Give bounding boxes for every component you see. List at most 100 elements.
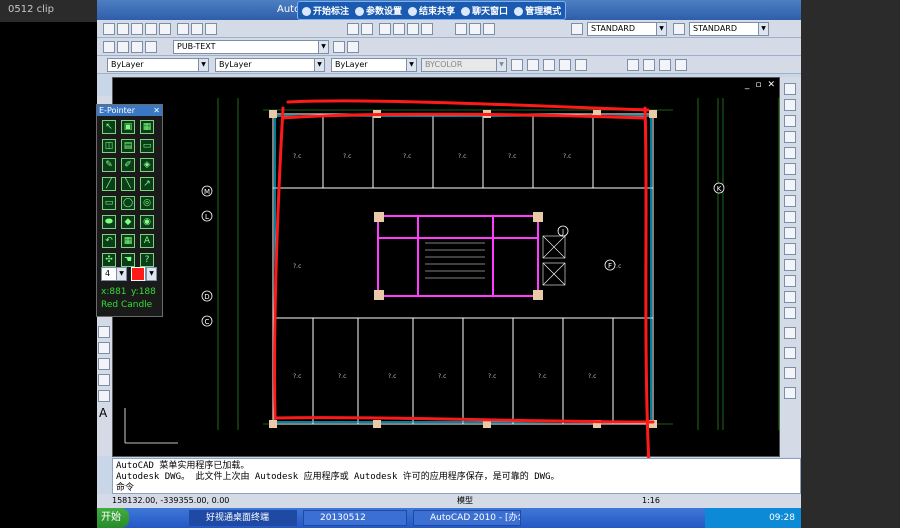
array-icon[interactable] — [784, 147, 796, 159]
zoom-icon[interactable] — [393, 23, 405, 35]
minimize-icon[interactable]: _ — [745, 80, 750, 90]
hatch-icon[interactable] — [543, 59, 555, 71]
break-icon[interactable] — [784, 259, 796, 271]
ellipse-icon[interactable]: ◯ — [121, 196, 135, 210]
filled-ellipse-icon[interactable]: ⬬ — [102, 215, 116, 229]
layer-select[interactable]: PUB-TEXT ▼ — [173, 40, 329, 54]
region-icon[interactable] — [559, 59, 571, 71]
draworder-icon[interactable] — [784, 347, 796, 359]
clear-icon[interactable]: ▭ — [140, 139, 154, 153]
design-center-icon[interactable] — [469, 23, 481, 35]
undo-icon[interactable] — [347, 23, 359, 35]
tool-palette-icon[interactable] — [483, 23, 495, 35]
send-back-icon[interactable] — [784, 387, 796, 399]
save-icon[interactable] — [131, 23, 143, 35]
print-icon[interactable] — [145, 23, 157, 35]
extend-icon[interactable] — [784, 243, 796, 255]
preview-icon[interactable] — [159, 23, 171, 35]
pointer-icon[interactable]: ↖ — [102, 120, 116, 134]
copy-icon[interactable] — [191, 23, 203, 35]
annotation-scale[interactable]: 1:16 — [642, 494, 660, 508]
mtext-icon[interactable]: A — [99, 406, 107, 420]
make-current-icon[interactable] — [333, 41, 345, 53]
restore-icon[interactable]: ▫ — [755, 80, 761, 90]
text-style-select[interactable]: STANDARD ▼ — [587, 22, 667, 36]
fillet-icon[interactable] — [784, 307, 796, 319]
gradient-icon[interactable] — [98, 358, 110, 370]
new-icon[interactable] — [103, 23, 115, 35]
layer-previous-icon[interactable] — [347, 41, 359, 53]
table-tool-icon[interactable] — [98, 390, 110, 402]
marker-icon[interactable]: ✎ — [102, 158, 116, 172]
cut-icon[interactable] — [177, 23, 189, 35]
start-button[interactable]: 开始 — [97, 508, 129, 528]
command-line[interactable]: AutoCAD 菜单实用程序已加载。 Autodesk DWG。 此文件上次由 … — [112, 458, 801, 494]
join-icon[interactable] — [784, 275, 796, 287]
zoom-window-icon[interactable] — [407, 23, 419, 35]
fullscreen-icon[interactable]: ✣ — [102, 253, 116, 267]
region-tool-icon[interactable] — [98, 374, 110, 386]
dim-style-icon[interactable] — [673, 23, 685, 35]
conf-manage[interactable]: 管理模式 — [514, 4, 561, 17]
help-icon[interactable]: ? — [140, 253, 154, 267]
open-icon[interactable] — [117, 23, 129, 35]
snapshot-icon[interactable]: ▦ — [140, 120, 154, 134]
dim-linear-icon[interactable] — [627, 59, 639, 71]
properties-icon[interactable] — [455, 23, 467, 35]
linetype-select[interactable]: ByLayer ▼ — [215, 58, 325, 72]
command-prompt[interactable]: 命令 — [116, 483, 797, 494]
redo-icon[interactable] — [361, 23, 373, 35]
epointer-header[interactable]: E-Pointer ✕ — [97, 105, 162, 116]
mirror-icon[interactable] — [784, 115, 796, 127]
hatch-tool-icon[interactable] — [98, 342, 110, 354]
conf-end-share[interactable]: 结束共享 — [408, 4, 455, 17]
pointer-hand-icon[interactable]: ☚ — [121, 253, 135, 267]
offset-icon[interactable] — [784, 131, 796, 143]
model-tab[interactable]: 模型 — [457, 494, 473, 508]
paste-icon[interactable] — [205, 23, 217, 35]
scale-icon[interactable] — [784, 195, 796, 207]
undo-draw-icon[interactable]: ↶ — [102, 234, 116, 248]
lock-icon[interactable] — [145, 41, 157, 53]
bulb-icon[interactable] — [117, 41, 129, 53]
pen-color-dropdown[interactable]: ▼ — [145, 267, 157, 281]
conf-chat[interactable]: 聊天窗口 — [461, 4, 508, 17]
text-icon[interactable]: A — [140, 234, 154, 248]
lineweight-select[interactable]: ByLayer ▼ — [331, 58, 417, 72]
rotate-icon[interactable] — [784, 179, 796, 191]
save-screen-icon[interactable]: ▣ — [121, 120, 135, 134]
layer-icon[interactable]: ◫ — [102, 139, 116, 153]
text-style-icon[interactable] — [571, 23, 583, 35]
close-icon[interactable]: ✕ — [153, 105, 160, 116]
close-icon[interactable]: ✕ — [767, 80, 775, 90]
spotlight-icon[interactable]: ◉ — [140, 215, 154, 229]
trim-icon[interactable] — [784, 227, 796, 239]
sun-icon[interactable] — [131, 41, 143, 53]
pen-size-select[interactable]: 4 ▼ — [101, 267, 127, 281]
zoom-previous-icon[interactable] — [421, 23, 433, 35]
layer-manager-icon[interactable] — [103, 41, 115, 53]
drawing-area[interactable]: _ ▫ ✕ M L D C K F J ?.c ?.c ?.c ?.c ?.c … — [112, 77, 780, 468]
highlight-icon[interactable]: ◎ — [140, 196, 154, 210]
taskbar-item-folder[interactable]: 20130512 — [303, 510, 407, 526]
stretch-icon[interactable] — [784, 211, 796, 223]
diagonal-line-icon[interactable]: ╲ — [121, 177, 135, 191]
move-icon[interactable] — [784, 163, 796, 175]
eraser-icon[interactable]: ◈ — [140, 158, 154, 172]
match-prop-icon[interactable] — [511, 59, 523, 71]
grid-icon[interactable]: ▦ — [121, 234, 135, 248]
fill-icon[interactable]: ◆ — [121, 215, 135, 229]
dim-angle-icon[interactable] — [675, 59, 687, 71]
block-icon[interactable] — [527, 59, 539, 71]
taskbar-item-conference[interactable]: 好视通桌面终端 — [189, 510, 297, 526]
color-select[interactable]: ByLayer ▼ — [107, 58, 209, 72]
dim-aligned-icon[interactable] — [643, 59, 655, 71]
dim-radius-icon[interactable] — [659, 59, 671, 71]
table-icon[interactable] — [575, 59, 587, 71]
rectangle-icon[interactable]: ▭ — [102, 196, 116, 210]
pen-color-swatch[interactable] — [131, 267, 145, 281]
pan-icon[interactable] — [379, 23, 391, 35]
arrow-icon[interactable]: ↗ — [140, 177, 154, 191]
chamfer-icon[interactable] — [784, 291, 796, 303]
explode-icon[interactable] — [784, 327, 796, 339]
